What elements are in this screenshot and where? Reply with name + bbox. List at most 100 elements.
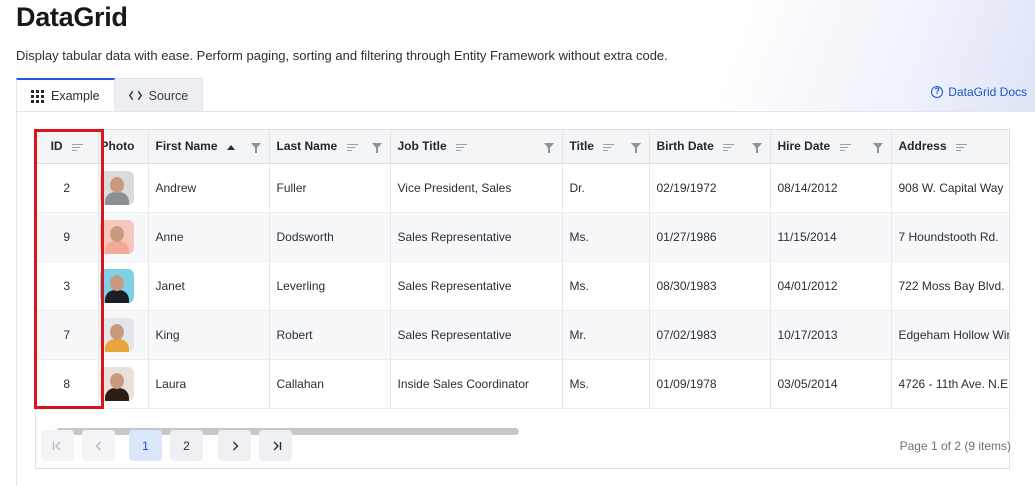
cell-address: Edgeham Hollow Winc: [891, 310, 1009, 360]
cell-birth: 08/30/1983: [649, 261, 771, 311]
filter-icon[interactable]: [872, 143, 883, 153]
cell-job: Inside Sales Coordinator: [390, 359, 563, 409]
cell-job: Sales Representative: [390, 212, 563, 262]
table-row[interactable]: 2 Andrew Fuller Vice President, Sales Dr. 02/…: [36, 163, 1009, 213]
column-header-job-title[interactable]: Job Title: [390, 130, 563, 164]
cell-first: Anne: [148, 212, 270, 262]
column-header-label: Job Title: [397, 139, 447, 154]
cell-address: 908 W. Capital Way: [891, 163, 1009, 213]
tab-source-label: Source: [148, 88, 189, 103]
filter-icon[interactable]: [250, 143, 261, 153]
avatar: [99, 219, 134, 254]
cell-first: Andrew: [148, 163, 270, 213]
filter-icon[interactable]: [630, 143, 641, 153]
tab-source[interactable]: Source: [114, 78, 204, 112]
column-header-address[interactable]: Address: [891, 130, 1009, 164]
last-page-button[interactable]: [259, 430, 292, 461]
cell-hire: 08/14/2012: [770, 163, 892, 213]
sort-icon[interactable]: [723, 143, 735, 151]
sort-icon[interactable]: [603, 143, 615, 151]
first-page-icon: [52, 441, 60, 450]
sort-icon[interactable]: [839, 143, 851, 151]
avatar: [99, 268, 134, 303]
filter-icon[interactable]: [371, 143, 382, 153]
cell-id: 7: [36, 310, 99, 360]
column-header-label: Hire Date: [777, 139, 831, 154]
cell-job: Vice President, Sales: [390, 163, 563, 213]
avatar: [99, 366, 134, 401]
cell-hire: 10/17/2013: [770, 310, 892, 360]
cell-job: Sales Representative: [390, 310, 563, 360]
cell-title: Ms.: [562, 359, 650, 409]
data-grid[interactable]: ID Photo First Name Last Name Job Title …: [35, 129, 1010, 469]
column-header-label: Birth Date: [656, 139, 714, 154]
previous-page-button[interactable]: [82, 430, 115, 461]
cell-first: King: [148, 310, 270, 360]
cell-job: Sales Representative: [390, 261, 563, 311]
table-row[interactable]: 9 Anne Dodsworth Sales Representative Ms. 01/…: [36, 212, 1009, 262]
sort-icon[interactable]: [455, 143, 467, 151]
last-page-icon: [273, 441, 281, 450]
column-header-last-name[interactable]: Last Name: [269, 130, 391, 164]
next-page-button[interactable]: [218, 430, 251, 461]
column-header-id[interactable]: ID: [36, 130, 99, 164]
sort-ascending-icon[interactable]: [226, 144, 235, 150]
header-row: ID Photo First Name Last Name Job Title …: [36, 130, 1009, 164]
cell-title: Ms.: [562, 261, 650, 311]
cell-birth: 01/09/1978: [649, 359, 771, 409]
next-page-icon: [232, 441, 238, 450]
cell-last: Dodsworth: [269, 212, 391, 262]
sort-icon[interactable]: [346, 143, 358, 151]
column-header-title[interactable]: Title: [562, 130, 650, 164]
column-header-label: ID: [50, 139, 63, 154]
sort-icon[interactable]: [955, 143, 967, 151]
page-2-button[interactable]: 2: [170, 430, 203, 461]
column-header-birth-date[interactable]: Birth Date: [649, 130, 771, 164]
pager: 1 2: [41, 430, 292, 461]
column-header-label: Title: [569, 139, 594, 154]
code-icon: [128, 90, 142, 101]
column-header-photo: Photo: [98, 130, 149, 164]
cell-first: Janet: [148, 261, 270, 311]
table-row[interactable]: 7 King Robert Sales Representative Mr. 07/02/…: [36, 310, 1009, 360]
cell-address: 4726 - 11th Ave. N.E.: [891, 359, 1009, 409]
photo-cell: [98, 310, 149, 360]
cell-birth: 02/19/1972: [649, 163, 771, 213]
cell-last: Fuller: [269, 163, 391, 213]
cell-address: 722 Moss Bay Blvd.: [891, 261, 1009, 311]
cell-last: Leverling: [269, 261, 391, 311]
data-table: ID Photo First Name Last Name Job Title …: [36, 130, 1009, 409]
photo-cell: [98, 359, 149, 409]
cell-id: 3: [36, 261, 99, 311]
cell-title: Dr.: [562, 163, 650, 213]
table-row[interactable]: 8 Laura Callahan Inside Sales Coordinator Ms…: [36, 359, 1009, 409]
datagrid-docs-label: DataGrid Docs: [948, 85, 1027, 99]
filter-icon[interactable]: [543, 143, 554, 153]
cell-address: 7 Houndstooth Rd.: [891, 212, 1009, 262]
tab-example[interactable]: Example: [16, 78, 115, 112]
cell-id: 8: [36, 359, 99, 409]
sort-icon[interactable]: [71, 143, 83, 151]
avatar: [99, 317, 134, 352]
table-row[interactable]: 3 Janet Leverling Sales Representative Ms. 08…: [36, 261, 1009, 311]
cell-id: 2: [36, 163, 99, 213]
cell-hire: 11/15/2014: [770, 212, 892, 262]
cell-first: Laura: [148, 359, 270, 409]
filter-icon[interactable]: [751, 143, 762, 153]
tab-bar: Example Source: [16, 78, 204, 112]
column-header-hire-date[interactable]: Hire Date: [770, 130, 892, 164]
cell-last: Callahan: [269, 359, 391, 409]
cell-hire: 04/01/2012: [770, 261, 892, 311]
page-title: DataGrid: [16, 2, 128, 32]
avatar: [99, 170, 134, 205]
column-header-label: Photo: [100, 139, 135, 154]
column-header-first-name[interactable]: First Name: [148, 130, 270, 164]
photo-cell: [98, 212, 149, 262]
cell-last: Robert: [269, 310, 391, 360]
cell-hire: 03/05/2014: [770, 359, 892, 409]
datagrid-docs-link[interactable]: ? DataGrid Docs: [931, 85, 1027, 99]
page-1-button[interactable]: 1: [129, 430, 162, 461]
cell-title: Ms.: [562, 212, 650, 262]
photo-cell: [98, 261, 149, 311]
first-page-button[interactable]: [41, 430, 74, 461]
